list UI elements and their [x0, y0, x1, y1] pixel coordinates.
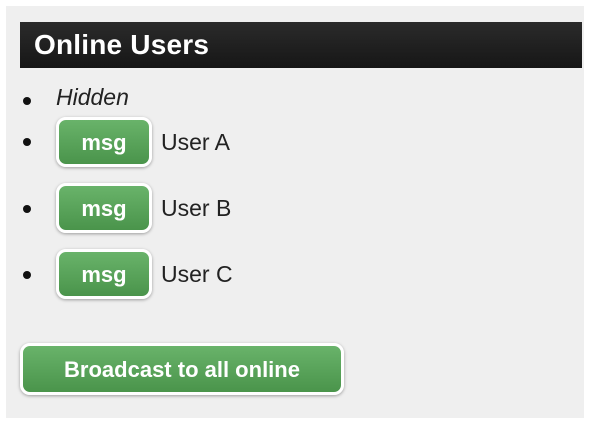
online-users-panel: Online Users Hidden msg User A msg User …	[6, 6, 584, 418]
user-name: User C	[161, 261, 233, 287]
broadcast-button[interactable]: Broadcast to all online	[20, 343, 344, 395]
msg-button-user-b[interactable]: msg	[56, 183, 152, 233]
user-name: User A	[161, 129, 231, 155]
user-name: User B	[161, 195, 232, 221]
panel-title: Online Users	[20, 22, 582, 68]
hidden-user-label: Hidden	[56, 84, 129, 110]
bullet-icon	[23, 205, 31, 213]
bullet-icon	[23, 271, 31, 279]
bullet-icon	[23, 97, 31, 105]
bullet-icon	[23, 138, 31, 146]
msg-button-user-c[interactable]: msg	[56, 249, 152, 299]
msg-button-user-a[interactable]: msg	[56, 117, 152, 167]
